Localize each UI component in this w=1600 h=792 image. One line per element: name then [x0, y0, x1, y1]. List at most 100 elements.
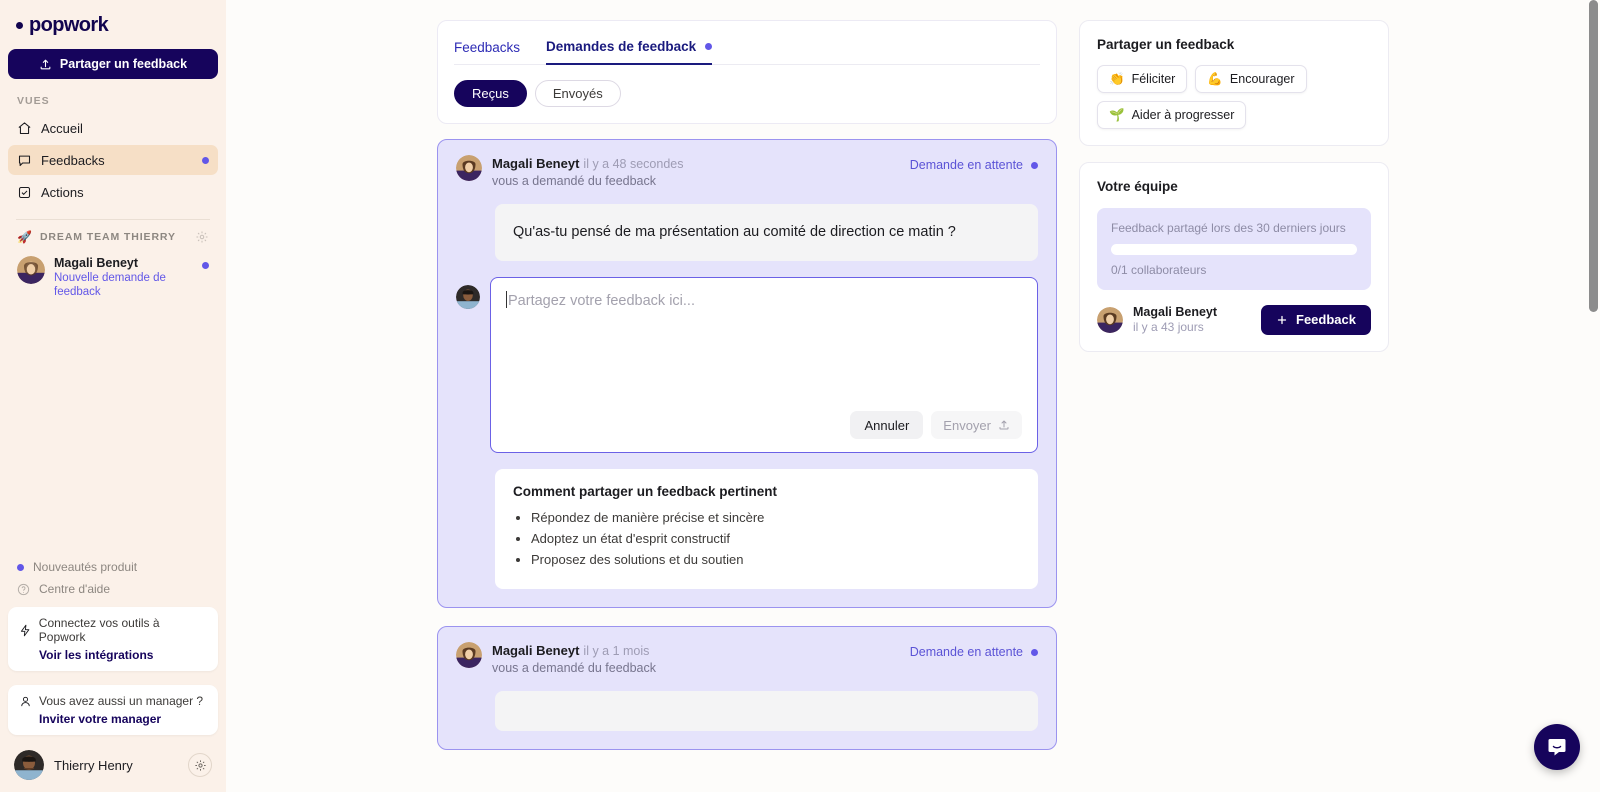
- team-member-row: Magali Beneyt il y a 43 jours Feedback: [1097, 304, 1371, 335]
- app-root: popwork Partager un feedback VUES Accuei…: [0, 0, 1600, 792]
- tab-label: Demandes de feedback: [546, 39, 697, 54]
- request-meta: Magali Beneyt il y a 48 secondes vous a d…: [492, 155, 683, 190]
- tab-feedbacks[interactable]: Feedbacks: [454, 39, 520, 64]
- give-feedback-label: Feedback: [1296, 312, 1356, 327]
- unread-dot-icon: [202, 156, 209, 164]
- question-circle-icon: [17, 583, 30, 595]
- current-user-row[interactable]: Thierry Henry: [8, 742, 218, 792]
- logo-text: popwork: [29, 14, 109, 36]
- stat-caption: Feedback partagé lors des 30 derniers jo…: [1111, 221, 1346, 235]
- encourager-label: Encourager: [1229, 72, 1295, 86]
- page-scrollbar[interactable]: [1589, 0, 1598, 792]
- feliciter-button[interactable]: 👏 Féliciter: [1097, 65, 1188, 93]
- stat-subtext: 0/1 collaborateurs: [1111, 263, 1207, 277]
- composer-actions: Annuler Envoyer: [506, 411, 1022, 439]
- upload-icon: [40, 59, 51, 69]
- team-member-info: Magali Beneyt il y a 43 jours: [1133, 304, 1251, 335]
- tab-label: Feedbacks: [454, 39, 521, 55]
- tips-list: Répondez de manière précise et sincère A…: [531, 509, 1020, 569]
- scrollbar-thumb[interactable]: [1589, 0, 1598, 312]
- chat-bubble-icon: [1548, 739, 1566, 756]
- sidebar-item-feedbacks[interactable]: Feedbacks: [8, 145, 218, 175]
- clap-icon: 👏: [1109, 71, 1125, 86]
- aider-label: Aider à progresser: [1131, 108, 1235, 122]
- unread-dot-icon: [705, 43, 713, 50]
- sidebar-item-actions[interactable]: Actions: [8, 177, 218, 207]
- composer-placeholder-text: Partagez votre feedback ici...: [508, 293, 695, 309]
- request-time: il y a 1 mois: [583, 644, 650, 658]
- request-author-name: Magali Beneyt: [492, 643, 580, 658]
- status-label: Demande en attente: [909, 158, 1023, 172]
- feedback-composer[interactable]: Partagez votre feedback ici... Annuler E…: [490, 277, 1038, 453]
- help-center-label: Centre d'aide: [39, 582, 111, 596]
- views-section-label: VUES: [17, 95, 50, 107]
- request-question: [495, 691, 1038, 731]
- composer-row: Partagez votre feedback ici... Annuler E…: [456, 277, 1038, 453]
- tips-item: Adoptez un état d'esprit constructif: [531, 530, 1020, 548]
- integrations-link[interactable]: Voir les intégrations: [39, 648, 207, 662]
- request-author-line: Magali Beneyt il y a 48 secondes: [492, 155, 683, 173]
- share-feedback-panel: Partager un feedback 👏 Féliciter 💪 Encou…: [1079, 20, 1389, 146]
- promo-text: Connectez vos outils à Popwork: [38, 616, 160, 644]
- invite-manager-link[interactable]: Inviter votre manager: [39, 712, 207, 726]
- give-feedback-button[interactable]: Feedback: [1261, 304, 1371, 335]
- request-time: il y a 48 secondes: [583, 157, 684, 171]
- tab-demandes-de-feedback[interactable]: Demandes de feedback: [546, 39, 713, 65]
- promo-heading: Connectez vos outils à Popwork: [19, 616, 207, 644]
- member-info: Magali Beneyt Nouvelle demande de feedba…: [54, 256, 193, 299]
- filter-recus[interactable]: Reçus: [454, 80, 527, 107]
- gear-icon[interactable]: [195, 230, 209, 244]
- product-news-link[interactable]: Nouveautés produit: [8, 556, 218, 578]
- sidebar-member-magali[interactable]: Magali Beneyt Nouvelle demande de feedba…: [8, 252, 218, 303]
- sidebar: popwork Partager un feedback VUES Accuei…: [0, 0, 226, 792]
- filter-envoyes[interactable]: Envoyés: [534, 80, 621, 107]
- message-icon: [18, 155, 31, 166]
- team-header: 🚀 DREAM TEAM THIERRY: [8, 228, 218, 252]
- app-logo: popwork: [8, 0, 218, 47]
- gear-icon: [194, 759, 206, 771]
- request-header: Magali Beneyt il y a 1 mois vous a demand…: [456, 642, 1038, 677]
- user-settings-button[interactable]: [188, 753, 212, 777]
- encourager-button[interactable]: 💪 Encourager: [1195, 65, 1307, 93]
- request-author: Magali Beneyt il y a 48 secondes vous a d…: [456, 155, 910, 190]
- product-news-label: Nouveautés produit: [33, 560, 138, 574]
- composer-placeholder: Partagez votre feedback ici...: [506, 291, 1022, 309]
- avatar: [17, 256, 45, 284]
- intercom-launcher[interactable]: [1534, 724, 1580, 770]
- manager-promo[interactable]: Vous avez aussi un manager ? Inviter vot…: [8, 685, 218, 735]
- share-feedback-button[interactable]: Partager un feedback: [8, 49, 218, 79]
- help-center-link[interactable]: Centre d'aide: [8, 578, 218, 600]
- sidebar-item-label: Feedbacks: [41, 152, 105, 168]
- cancel-button[interactable]: Annuler: [850, 411, 924, 439]
- send-button[interactable]: Envoyer: [931, 411, 1022, 439]
- request-author-name: Magali Beneyt: [492, 156, 580, 171]
- aider-a-progresser-button[interactable]: 🌱 Aider à progresser: [1097, 101, 1247, 129]
- main-content: Feedbacks Demandes de feedback Reçus Env…: [226, 0, 1600, 792]
- sidebar-item-label: Accueil: [41, 120, 83, 136]
- panel-title: Votre équipe: [1097, 179, 1178, 194]
- feedback-request-card: Magali Beneyt il y a 1 mois vous a demand…: [437, 626, 1057, 750]
- avatar: [456, 155, 482, 181]
- text-caret: [506, 291, 507, 308]
- plus-icon: [1277, 315, 1287, 324]
- team-stats: Feedback partagé lors des 30 derniers jo…: [1097, 208, 1371, 290]
- avatar: [1097, 306, 1123, 333]
- filter-pills: Reçus Envoyés: [454, 65, 1040, 123]
- member-status: Nouvelle demande de feedback: [54, 272, 166, 298]
- muscle-icon: 💪: [1207, 71, 1223, 86]
- sidebar-item-label: Actions: [41, 184, 84, 200]
- member-name: Magali Beneyt: [54, 256, 139, 270]
- tips-title: Comment partager un feedback pertinent: [513, 484, 778, 499]
- tips-item: Proposez des solutions et du soutien: [531, 551, 1020, 569]
- integrations-promo[interactable]: Connectez vos outils à Popwork Voir les …: [8, 607, 218, 671]
- request-meta: Magali Beneyt il y a 1 mois vous a demand…: [492, 642, 656, 677]
- status-dot-icon: [1031, 648, 1038, 656]
- person-icon: [21, 696, 30, 706]
- share-type-buttons: 👏 Féliciter 💪 Encourager 🌱 Aider à progr…: [1097, 65, 1371, 129]
- avatar: [456, 642, 482, 668]
- sidebar-item-accueil[interactable]: Accueil: [8, 113, 218, 143]
- unread-dot-icon: [202, 262, 209, 269]
- tab-bar: Feedbacks Demandes de feedback: [454, 21, 1040, 65]
- share-feedback-label: Partager un feedback: [59, 57, 188, 71]
- request-author-line: Magali Beneyt il y a 1 mois: [492, 642, 656, 660]
